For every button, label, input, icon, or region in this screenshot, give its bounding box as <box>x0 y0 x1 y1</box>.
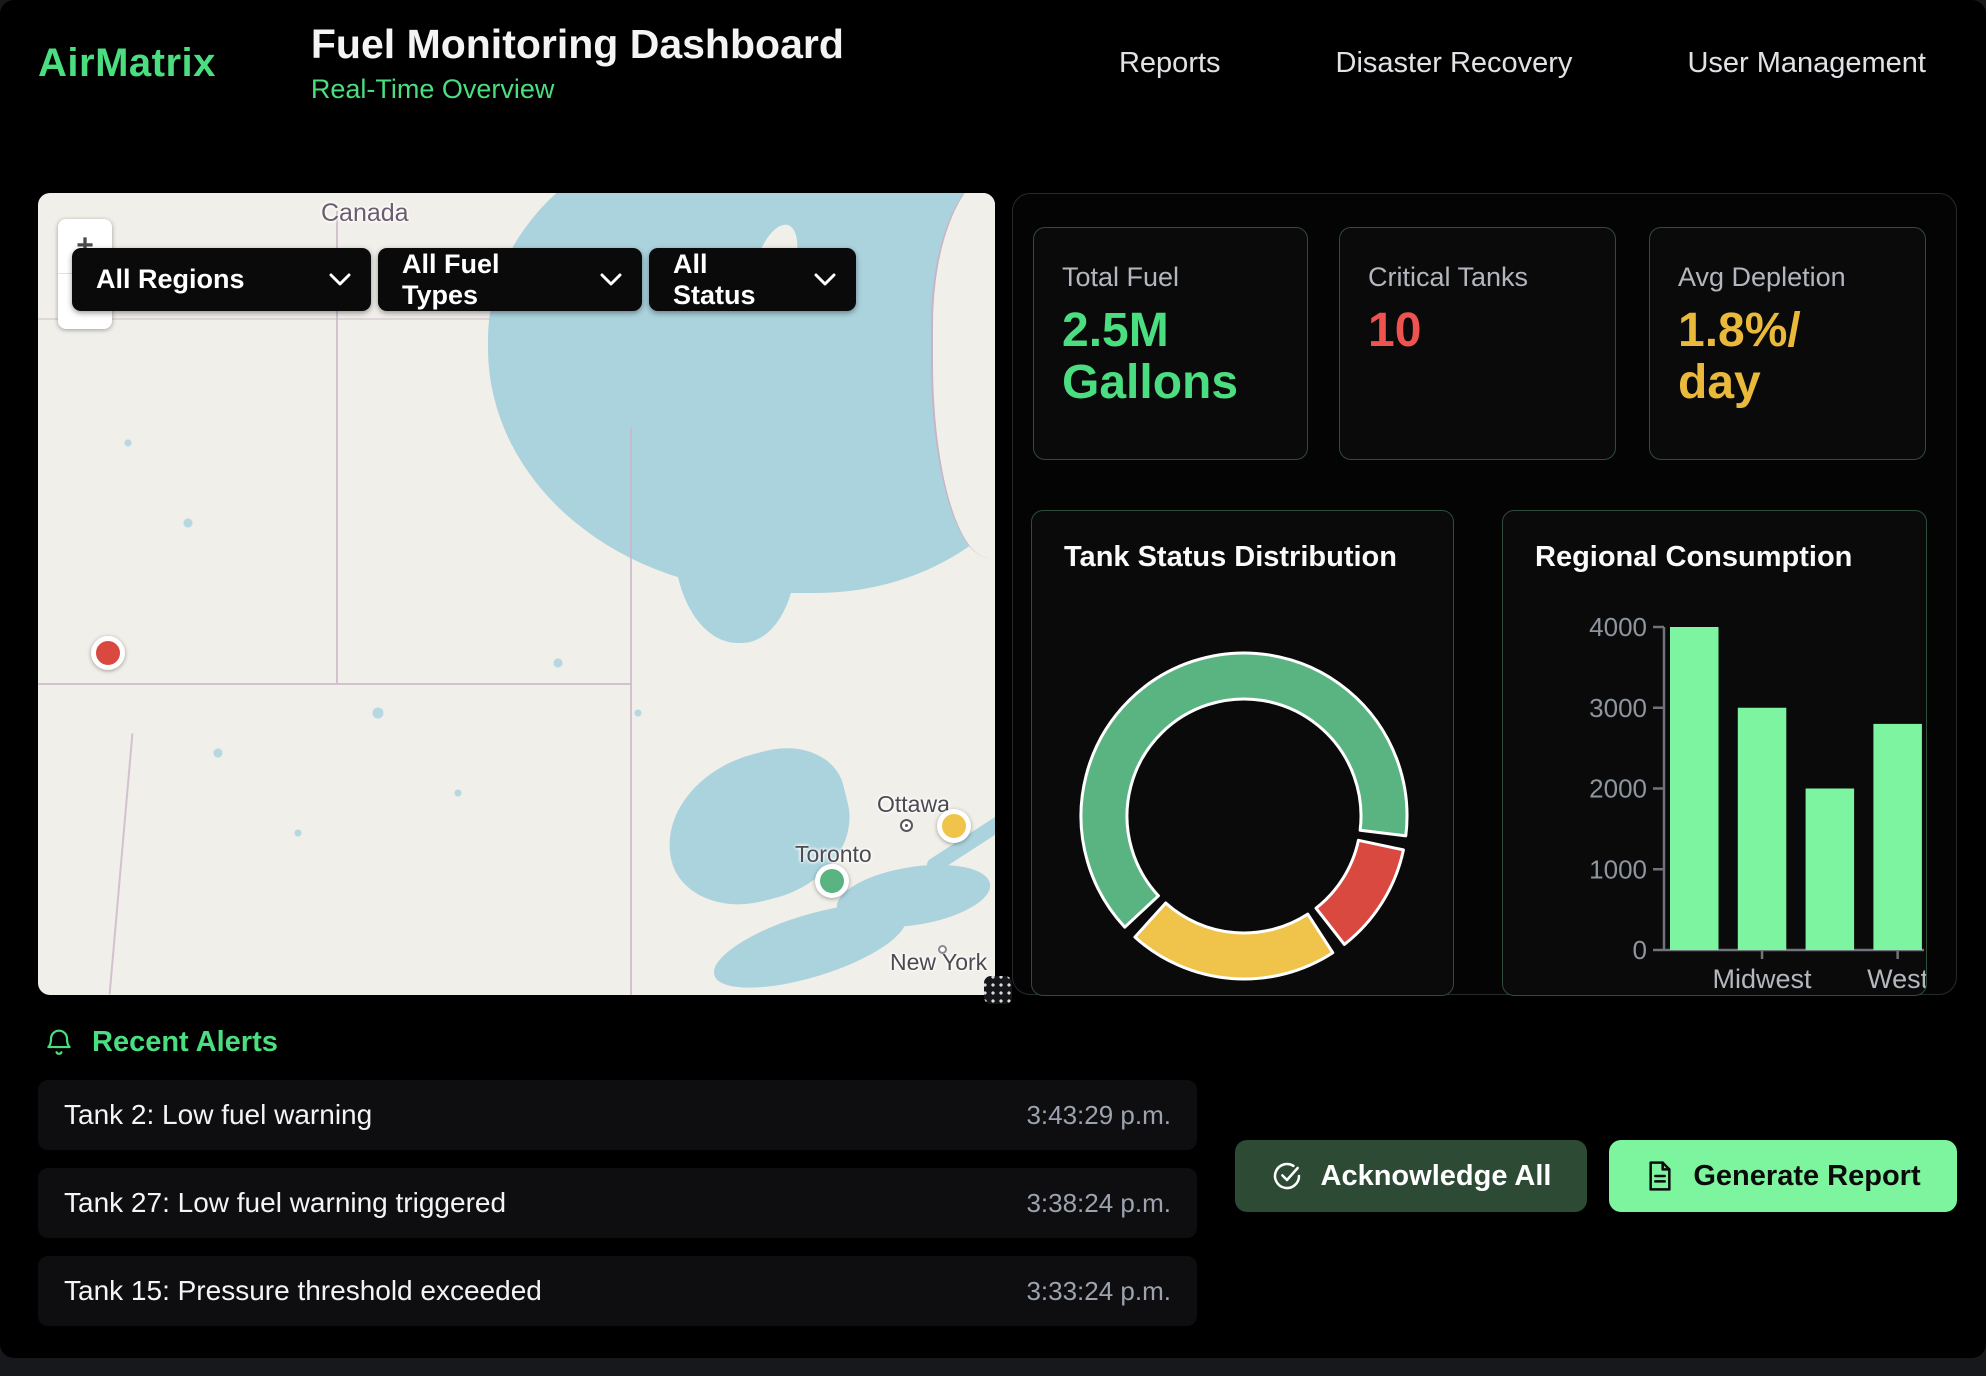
svg-text:Midwest: Midwest <box>1713 964 1813 994</box>
status-filter-dropdown[interactable]: All Status <box>649 248 856 311</box>
brand-logo: AirMatrix <box>38 41 216 86</box>
map-marker-warning[interactable] <box>937 809 971 843</box>
chevron-down-icon <box>814 273 836 286</box>
main-content: AirMatrix Fuel Monitoring Dashboard Real… <box>0 0 1986 1358</box>
map-border-line <box>109 733 134 994</box>
status-filter-value: All Status <box>673 249 796 311</box>
regions-filter-value: All Regions <box>96 264 245 295</box>
title-block: Fuel Monitoring Dashboard Real-Time Over… <box>311 22 844 104</box>
overview-panel: Total Fuel 2.5M Gallons Critical Tanks 1… <box>1012 193 1957 995</box>
page-title: Fuel Monitoring Dashboard <box>311 22 844 67</box>
stat-card-total-fuel: Total Fuel 2.5M Gallons <box>1033 227 1308 460</box>
alert-timestamp: 3:33:24 p.m. <box>1026 1276 1171 1307</box>
regional-consumption-card: Regional Consumption 01000200030004000Mi… <box>1502 510 1927 996</box>
generate-report-button[interactable]: Generate Report <box>1609 1140 1957 1212</box>
alert-timestamp: 3:38:24 p.m. <box>1026 1188 1171 1219</box>
regions-filter-dropdown[interactable]: All Regions <box>72 248 371 311</box>
alert-message: Tank 15: Pressure threshold exceeded <box>64 1275 542 1307</box>
alert-message: Tank 2: Low fuel warning <box>64 1099 372 1131</box>
chevron-down-icon <box>600 273 622 286</box>
alert-row[interactable]: Tank 27: Low fuel warning triggered 3:38… <box>38 1168 1197 1238</box>
fuel-types-filter-value: All Fuel Types <box>402 249 582 311</box>
map-marker-critical[interactable] <box>91 636 125 670</box>
svg-text:0: 0 <box>1633 935 1647 965</box>
check-circle-icon <box>1271 1160 1303 1192</box>
nav-item-disaster-recovery[interactable]: Disaster Recovery <box>1336 47 1573 80</box>
nav-item-user-management[interactable]: User Management <box>1687 47 1926 80</box>
nav-item-reports[interactable]: Reports <box>1119 47 1221 80</box>
stat-label: Avg Depletion <box>1678 262 1897 293</box>
svg-text:1000: 1000 <box>1589 854 1647 884</box>
acknowledge-all-button[interactable]: Acknowledge All <box>1235 1140 1587 1212</box>
stat-card-critical-tanks: Critical Tanks 10 <box>1339 227 1616 460</box>
alert-row[interactable]: Tank 2: Low fuel warning 3:43:29 p.m. <box>38 1080 1197 1150</box>
map-border-line <box>630 428 632 995</box>
svg-text:2000: 2000 <box>1589 774 1647 804</box>
fuel-types-filter-dropdown[interactable]: All Fuel Types <box>378 248 642 311</box>
stat-value: 1.8%/ day <box>1678 305 1897 409</box>
map-label-new-york: New York <box>890 949 987 976</box>
alert-timestamp: 3:43:29 p.m. <box>1026 1100 1171 1131</box>
header: AirMatrix Fuel Monitoring Dashboard Real… <box>0 0 1986 127</box>
alerts-title: Recent Alerts <box>92 1026 278 1059</box>
fuel-monitoring-dashboard: AirMatrix Fuel Monitoring Dashboard Real… <box>0 0 1986 1376</box>
main-nav: Reports Disaster Recovery User Managemen… <box>1119 47 1926 80</box>
town-symbol-icon <box>900 819 913 832</box>
regional-consumption-bars: 0 1000 2000 3000 4000 Midwest West <box>1503 511 1927 996</box>
stat-value: 2.5M Gallons <box>1062 305 1279 409</box>
fuel-map[interactable]: Canada Ottawa Toronto New York + − All R… <box>38 193 995 995</box>
acknowledge-all-label: Acknowledge All <box>1321 1160 1552 1193</box>
stat-label: Total Fuel <box>1062 262 1279 293</box>
chevron-down-icon <box>329 273 351 286</box>
map-marker-normal[interactable] <box>815 864 849 898</box>
tank-status-card: Tank Status Distribution <box>1031 510 1454 996</box>
bell-icon <box>44 1027 74 1059</box>
document-icon <box>1645 1160 1675 1192</box>
map-resize-handle[interactable] <box>984 976 1012 1004</box>
stat-value: 10 <box>1368 305 1587 357</box>
map-border-line <box>38 683 631 685</box>
page-subtitle: Real-Time Overview <box>311 74 844 105</box>
alert-row[interactable]: Tank 15: Pressure threshold exceeded 3:3… <box>38 1256 1197 1326</box>
tank-status-donut <box>1032 511 1454 996</box>
map-label-canada: Canada <box>321 199 409 228</box>
map-label-ottawa: Ottawa <box>877 791 950 818</box>
svg-text:4000: 4000 <box>1589 612 1647 642</box>
city-dot-icon <box>938 945 947 954</box>
svg-text:West: West <box>1867 964 1927 994</box>
generate-report-label: Generate Report <box>1693 1160 1920 1193</box>
svg-text:3000: 3000 <box>1589 693 1647 723</box>
alert-message: Tank 27: Low fuel warning triggered <box>64 1187 506 1219</box>
stat-card-avg-depletion: Avg Depletion 1.8%/ day <box>1649 227 1926 460</box>
alerts-header: Recent Alerts <box>44 1026 278 1059</box>
stat-label: Critical Tanks <box>1368 262 1587 293</box>
map-filter-row: All Regions All Fuel Types All Status <box>72 248 856 311</box>
map-water-james-bay <box>674 448 796 643</box>
